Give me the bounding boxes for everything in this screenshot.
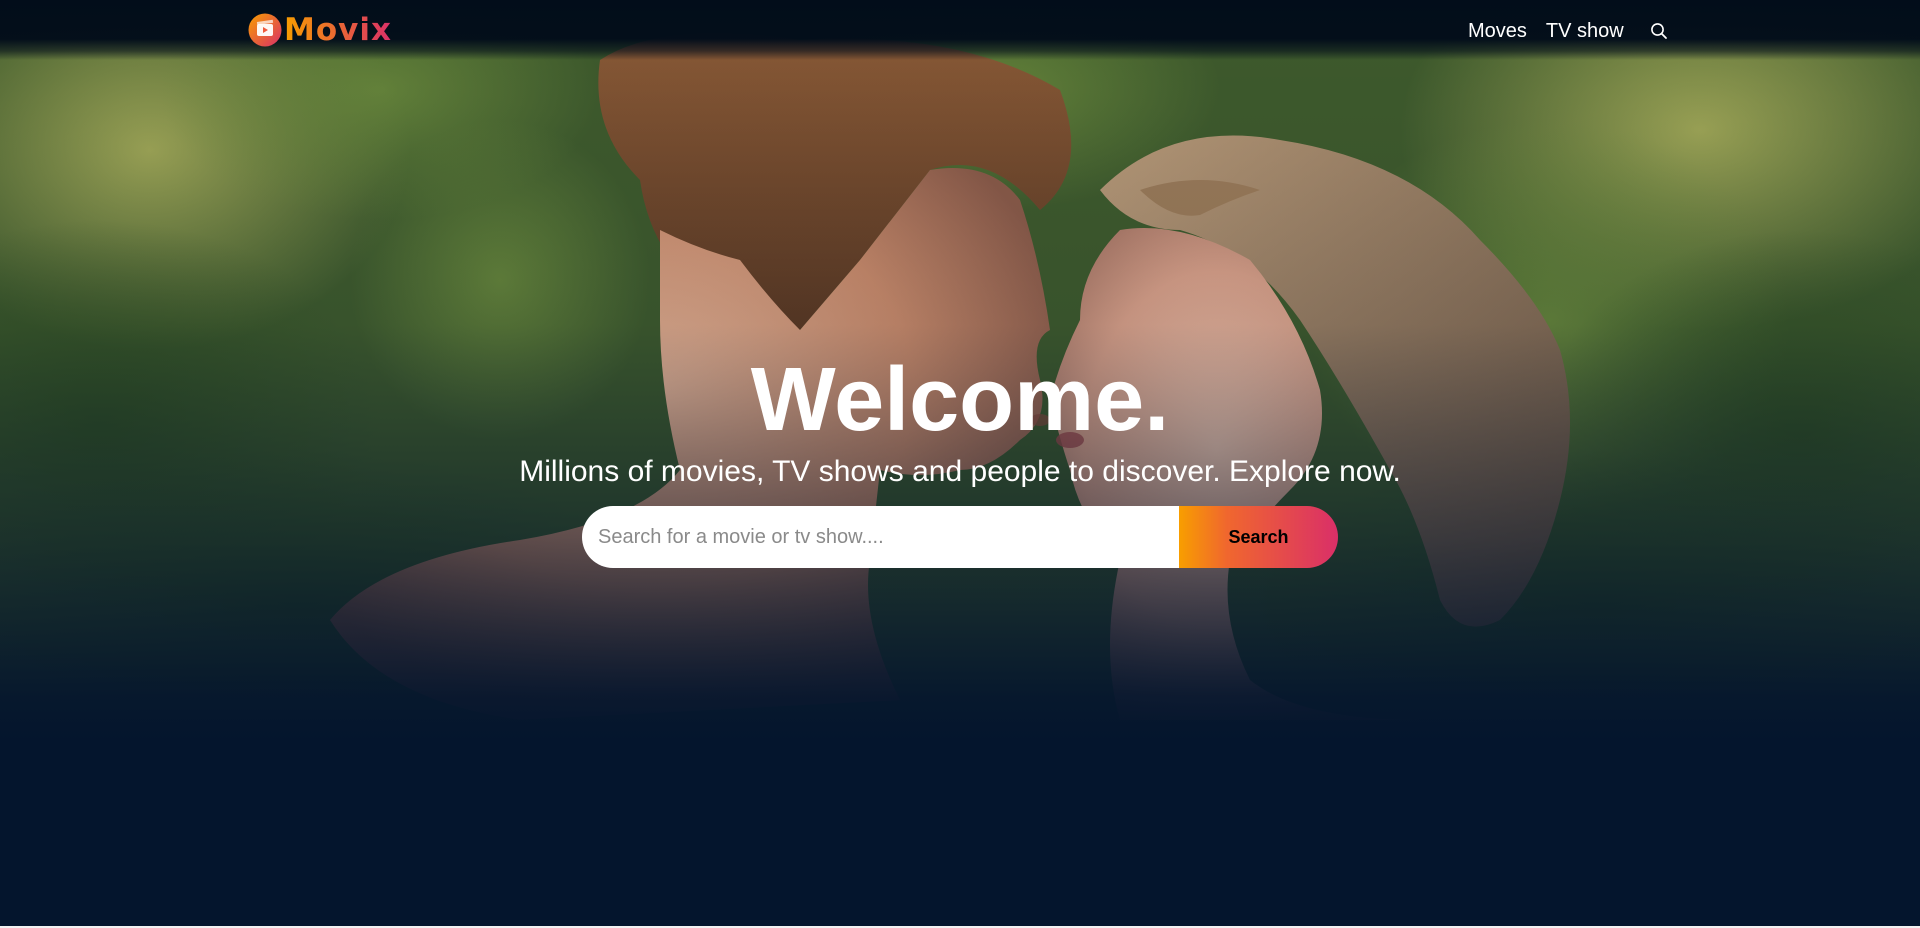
nav-item-tv-shows[interactable]: TV show (1546, 18, 1624, 44)
hero-title: Welcome. (750, 350, 1170, 450)
nav-item-movies[interactable]: Moves (1468, 18, 1527, 44)
hero-search-bar: Search (582, 506, 1338, 568)
search-input[interactable] (582, 506, 1179, 568)
logo[interactable]: Movix (248, 11, 392, 49)
logo-text: Movix (284, 12, 392, 48)
header: Movix Moves TV show (0, 0, 1920, 60)
page: Movix Moves TV show Welcome. Millions of… (0, 0, 1920, 928)
hero-content: Welcome. Millions of movies, TV shows an… (0, 350, 1920, 490)
search-icon[interactable] (1650, 22, 1668, 40)
hero-subtitle: Millions of movies, TV shows and people … (519, 455, 1401, 488)
search-button[interactable]: Search (1179, 506, 1338, 568)
logo-icon (248, 13, 282, 47)
main-nav: Moves TV show (1468, 18, 1668, 44)
